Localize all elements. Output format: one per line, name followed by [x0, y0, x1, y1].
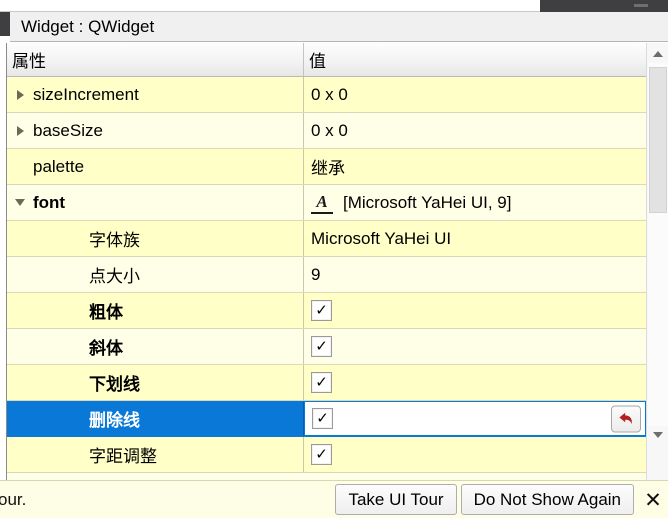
- property-value-cell[interactable]: ✓: [304, 293, 646, 328]
- property-value-cell[interactable]: Microsoft YaHei UI: [304, 221, 646, 256]
- table-row[interactable]: 斜体 ✓: [7, 329, 646, 365]
- notification-bar: our. Take UI Tour Do Not Show Again ✕: [0, 480, 668, 518]
- property-value-label: [Microsoft YaHei UI, 9]: [343, 192, 512, 212]
- property-name-label: 点大小: [89, 267, 140, 286]
- property-value-label: 0 x 0: [311, 120, 348, 140]
- vertical-scrollbar[interactable]: [646, 43, 668, 480]
- revert-arrow-glyph: [618, 412, 632, 424]
- checkbox[interactable]: ✓: [311, 372, 332, 393]
- notification-message: our.: [0, 489, 27, 509]
- property-name-cell[interactable]: 点大小: [7, 257, 304, 292]
- table-row[interactable]: sizeIncrement 0 x 0: [7, 77, 646, 113]
- table-row[interactable]: font A [Microsoft YaHei UI, 9]: [7, 185, 646, 221]
- expand-triangle-icon[interactable]: [7, 125, 33, 136]
- triangle-down-glyph: [15, 199, 25, 206]
- table-row[interactable]: baseSize 0 x 0: [7, 113, 646, 149]
- checkbox[interactable]: ✓: [311, 300, 332, 321]
- property-value-cell[interactable]: 9: [304, 257, 646, 292]
- property-value-cell[interactable]: 0 x 0: [304, 113, 646, 148]
- triangle-right-glyph: [16, 89, 24, 100]
- property-name-cell[interactable]: 粗体: [7, 293, 304, 328]
- property-value-cell[interactable]: ✓: [304, 329, 646, 364]
- property-name-label: 斜体: [89, 339, 123, 358]
- table-row[interactable]: 点大小 9: [7, 257, 646, 293]
- property-name-cell[interactable]: 字距调整: [7, 437, 304, 472]
- property-name-cell[interactable]: 字体族: [7, 221, 304, 256]
- property-name-cell[interactable]: font: [7, 185, 304, 220]
- triangle-right-glyph: [16, 125, 24, 136]
- scroll-up-arrow-glyph: [652, 51, 663, 57]
- left-dark-strip: [0, 12, 10, 36]
- table-header-row: 属性 值: [7, 43, 646, 77]
- column-header-value[interactable]: 值: [304, 43, 646, 76]
- table-row[interactable]: palette 继承: [7, 149, 646, 185]
- property-name-label: 字体族: [89, 231, 140, 250]
- property-value-cell[interactable]: ✓: [304, 437, 646, 472]
- property-value-cell[interactable]: A [Microsoft YaHei UI, 9]: [304, 185, 646, 220]
- property-name-label: 字距调整: [89, 447, 157, 466]
- revert-icon[interactable]: [611, 405, 641, 432]
- property-value-label: 9: [311, 264, 321, 284]
- property-name-label: 粗体: [89, 303, 123, 322]
- property-name-cell[interactable]: palette: [7, 149, 304, 184]
- do-not-show-again-label: Do Not Show Again: [473, 489, 621, 509]
- table-row[interactable]: 字体族 Microsoft YaHei UI: [7, 221, 646, 257]
- property-value-label: 继承: [311, 159, 345, 178]
- property-name-cell[interactable]: 斜体: [7, 329, 304, 364]
- property-name-label: 删除线: [89, 411, 140, 430]
- scroll-up-arrow-icon[interactable]: [647, 45, 668, 63]
- do-not-show-again-button[interactable]: Do Not Show Again: [460, 484, 634, 515]
- scroll-down-arrow-glyph: [652, 432, 663, 438]
- property-name-cell[interactable]: 删除线: [7, 401, 304, 436]
- property-value-label: Microsoft YaHei UI: [311, 228, 452, 248]
- property-name-cell[interactable]: 下划线: [7, 365, 304, 400]
- checkbox[interactable]: ✓: [311, 444, 332, 465]
- property-value-cell[interactable]: ✓: [304, 365, 646, 400]
- application-window: Widget : QWidget 属性 值 sizeIncrement 0 x 0…: [0, 0, 668, 518]
- take-ui-tour-label: Take UI Tour: [348, 489, 444, 509]
- property-name-label: baseSize: [33, 120, 103, 140]
- column-header-property[interactable]: 属性: [7, 43, 304, 76]
- column-header-value-label: 值: [309, 52, 326, 71]
- property-name-label: palette: [33, 156, 85, 176]
- take-ui-tour-button[interactable]: Take UI Tour: [335, 484, 457, 515]
- scrollbar-thumb[interactable]: [649, 67, 667, 213]
- table-row[interactable]: 字距调整 ✓: [7, 437, 646, 473]
- scrollbar-track[interactable]: [648, 63, 668, 426]
- column-header-property-label: 属性: [12, 52, 46, 71]
- checkbox[interactable]: ✓: [311, 336, 332, 357]
- scroll-down-arrow-icon[interactable]: [647, 426, 668, 444]
- table-row[interactable]: 删除线 ✓: [7, 401, 646, 437]
- collapse-triangle-icon[interactable]: [7, 199, 33, 206]
- object-header-bar: Widget : QWidget: [10, 12, 668, 42]
- property-name-label: font: [33, 192, 66, 212]
- property-value-label: 0 x 0: [311, 84, 348, 104]
- table-row[interactable]: 下划线 ✓: [7, 365, 646, 401]
- property-name-label: sizeIncrement: [33, 84, 139, 104]
- property-value-cell[interactable]: 继承: [304, 149, 646, 184]
- window-handle-dots-icon: [634, 4, 648, 7]
- property-name-label: 下划线: [89, 375, 140, 394]
- expand-triangle-icon[interactable]: [7, 89, 33, 100]
- property-name-cell[interactable]: sizeIncrement: [7, 77, 304, 112]
- property-value-cell[interactable]: 0 x 0: [304, 77, 646, 112]
- object-header-title: Widget : QWidget: [21, 16, 155, 36]
- property-name-cell[interactable]: baseSize: [7, 113, 304, 148]
- checkbox[interactable]: ✓: [312, 408, 333, 429]
- table-body: sizeIncrement 0 x 0 baseSize 0 x 0 palette 继承…: [7, 77, 646, 473]
- close-icon[interactable]: ✕: [638, 483, 668, 517]
- font-a-icon: A: [311, 192, 333, 214]
- table-row[interactable]: 粗体 ✓: [7, 293, 646, 329]
- property-editor-table: 属性 值 sizeIncrement 0 x 0 baseSize 0 x 0 pale…: [6, 43, 646, 480]
- property-value-cell[interactable]: ✓: [304, 401, 646, 436]
- top-dark-strip: [540, 0, 668, 12]
- close-icon-glyph: ✕: [644, 487, 662, 512]
